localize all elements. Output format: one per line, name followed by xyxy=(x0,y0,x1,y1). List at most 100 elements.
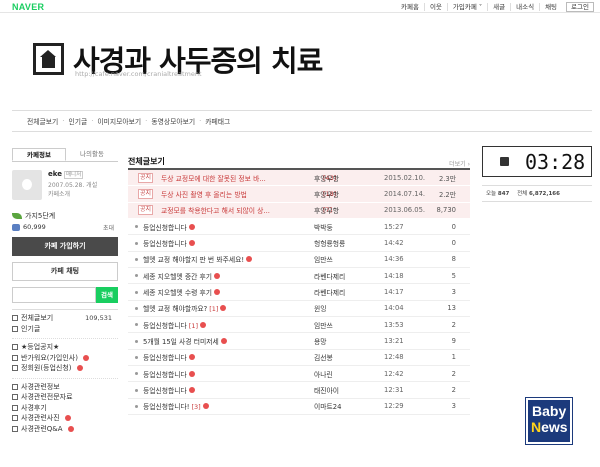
table-row[interactable]: 등업신청합니다! [3] 이마트24 12:29 3 xyxy=(128,399,470,416)
post-author[interactable]: 라벤다제리 xyxy=(314,271,345,281)
comment-count[interactable]: [1] xyxy=(189,322,198,330)
post-title[interactable]: 등업신청합니다 xyxy=(143,222,318,232)
manager-name[interactable]: eke 매니저 xyxy=(48,170,84,179)
board-item[interactable]: ★등업공지★ xyxy=(12,342,118,353)
post-title[interactable]: 등업신청합니다 xyxy=(143,238,318,248)
post-author[interactable]: 윈잉 xyxy=(314,303,327,313)
nav-neighbors[interactable]: 이웃 xyxy=(423,2,447,11)
post-time: 13:53 xyxy=(384,320,404,329)
menu-images[interactable]: 이미지모아보기 xyxy=(94,116,144,126)
notice-row[interactable]: 공지 교정모를 착용한다고 해서 되않이 상... [7] 후앙우항 2013.06.0… xyxy=(128,202,470,220)
table-row[interactable]: 등업신청합니다 김선봉 12:48 1 xyxy=(128,350,470,367)
post-author[interactable]: 후앙우항 xyxy=(314,173,339,183)
post-title[interactable]: 등업신청합니다 xyxy=(143,369,318,379)
table-row[interactable]: 등업신청합니다 태진아이 12:31 2 xyxy=(128,382,470,399)
join-cafe-button[interactable]: 카페 가입하기 xyxy=(12,237,118,256)
cafe-logo-house-icon[interactable] xyxy=(33,43,64,75)
member-count-text[interactable]: 60,999 xyxy=(23,223,46,231)
cafe-url[interactable]: http://cafe.naver.com/cranialtreatment xyxy=(75,70,202,78)
post-title[interactable]: 등업신청합니다 xyxy=(143,352,318,362)
more-link[interactable]: 더보기 › xyxy=(449,159,470,168)
table-row[interactable]: 헬멧 교정 해야할지 판 번 봐주세요! 임만쓰 14:36 8 xyxy=(128,252,470,269)
post-title[interactable]: 두상 사진 촬영 후 올리는 방법 xyxy=(161,189,323,199)
table-row[interactable]: 세종 지오헬멧 중간 후기 라벤다제리 14:18 5 xyxy=(128,268,470,285)
board-item[interactable]: 사경후기 xyxy=(12,403,118,414)
nav-joined-cafes[interactable]: 가입카페 ˅ xyxy=(446,2,487,11)
table-row[interactable]: 세종 지오헬멧 수령 후기 라벤다제리 14:17 3 xyxy=(128,284,470,301)
comment-count[interactable]: [3] xyxy=(192,403,201,411)
post-title[interactable]: 세종 지오헬멧 수령 후기 xyxy=(143,287,318,297)
post-title[interactable]: 세종 지오헬멧 중간 후기 xyxy=(143,271,318,281)
post-title[interactable]: 교정모를 착용한다고 해서 되않이 상... xyxy=(161,205,323,215)
new-badge-icon xyxy=(220,338,227,345)
notice-row[interactable]: 공지 두상 교정모에 대한 잘못된 정보 바... [43] 후앙우항 2015.02.… xyxy=(128,170,470,187)
board-item[interactable]: 사경관련정보 xyxy=(12,382,118,393)
board-all-posts[interactable]: 전체글보기 109,531 xyxy=(12,313,118,324)
board-popular[interactable]: 인기글 xyxy=(12,324,118,335)
table-row[interactable]: 등업신청합니다 박박둥 15:27 0 xyxy=(128,219,470,236)
notice-row[interactable]: 공지 두상 사진 촬영 후 올리는 방법 [18] 후앙우항 2014.07.14. 2.… xyxy=(128,186,470,203)
table-row[interactable]: 등업신청합니다 헝헝룡헝룡 14:42 0 xyxy=(128,235,470,252)
post-views: 3 xyxy=(451,402,456,411)
menu-videos[interactable]: 동영상모아보기 xyxy=(148,116,198,126)
board-item[interactable]: 정회원(등업신청) xyxy=(12,363,118,374)
table-row[interactable]: 등업신청합니다 아나린 12:42 2 xyxy=(128,366,470,383)
board-item[interactable]: 반가워요(가입인사) xyxy=(12,353,118,364)
table-row[interactable]: 5개월 15일 사경 터미저세 용망 13:21 9 xyxy=(128,333,470,350)
post-author[interactable]: 라벤다제리 xyxy=(314,287,345,297)
search-button[interactable]: 검색 xyxy=(96,287,118,303)
invite-link[interactable]: 초대 xyxy=(103,223,114,232)
post-author[interactable]: 박박둥 xyxy=(314,222,333,232)
board-label: 사경관련정보 xyxy=(21,382,60,391)
search-input[interactable] xyxy=(12,287,96,303)
avatar[interactable] xyxy=(12,170,42,200)
post-title-text: 세종 지오헬멧 수령 후기 xyxy=(143,289,213,298)
manager-role: 매니저 xyxy=(63,171,84,179)
post-author[interactable]: 후앙우항 xyxy=(314,189,339,199)
board-item[interactable]: 사경관련전문자료 xyxy=(12,392,118,403)
bullet-icon xyxy=(135,274,138,278)
post-title-text: 등업신청합니다 xyxy=(143,240,187,249)
board-label: ★등업공지★ xyxy=(21,343,60,352)
board-label: 사경관련Q&A xyxy=(21,424,63,433)
visitor-stats: 오늘 847 전체 6,872,166 xyxy=(482,185,592,202)
post-author[interactable]: 아나린 xyxy=(314,369,333,379)
post-author[interactable]: 태진아이 xyxy=(314,385,339,395)
table-row[interactable]: 헬멧 교정 해야할까요? [1] 윈잉 14:04 13 xyxy=(128,301,470,318)
post-author[interactable]: 임만쓰 xyxy=(314,320,333,330)
post-author[interactable]: 후앙우항 xyxy=(314,205,339,215)
manager-profile: eke 매니저 2007.05.28. 개설 카페소개 xyxy=(12,170,118,210)
tab-my-activity[interactable]: 나의활동 xyxy=(66,148,118,161)
post-title[interactable]: 등업신청합니다 xyxy=(143,385,318,395)
post-author[interactable]: 용망 xyxy=(314,336,327,346)
bullet-icon xyxy=(135,339,138,343)
nav-new-posts[interactable]: 새글 xyxy=(487,2,510,11)
post-title[interactable]: 5개월 15일 사경 터미저세 xyxy=(143,336,318,346)
cafe-intro-link[interactable]: 카페소개 xyxy=(48,189,70,198)
board-item[interactable]: 사경관련사진 xyxy=(12,413,118,424)
comment-count[interactable]: [1] xyxy=(209,305,218,313)
naver-logo[interactable]: NAVER xyxy=(12,2,44,12)
table-row[interactable]: 등업신청합니다 [1] 임만쓰 13:53 2 xyxy=(128,317,470,334)
post-author[interactable]: 헝헝룡헝룡 xyxy=(314,238,345,248)
menu-tags[interactable]: 카페태그 xyxy=(202,116,233,126)
post-title[interactable]: 등업신청합니다 [1] xyxy=(143,320,318,330)
post-title[interactable]: 헬멧 교정 해야할까요? [1] xyxy=(143,303,318,313)
menu-all-posts[interactable]: 전체글보기 xyxy=(24,116,61,126)
post-title[interactable]: 등업신청합니다! [3] xyxy=(143,401,318,411)
watermark-line2: News xyxy=(531,419,568,435)
nav-cafe-home[interactable]: 카페홈 xyxy=(396,3,424,11)
post-title[interactable]: 두상 교정모에 대한 잘못된 정보 바... xyxy=(161,173,323,183)
tab-cafe-info[interactable]: 카페정보 xyxy=(12,148,66,161)
post-title-text: 등업신청합니다 xyxy=(143,321,187,330)
post-author[interactable]: 임만쓰 xyxy=(314,254,333,264)
menu-popular[interactable]: 인기글 xyxy=(65,116,90,126)
post-author[interactable]: 이마트24 xyxy=(314,401,341,411)
post-title[interactable]: 헬멧 교정 해야할지 판 번 봐주세요! xyxy=(143,254,318,264)
nav-my-news[interactable]: 내소식 xyxy=(510,2,539,11)
post-author[interactable]: 김선봉 xyxy=(314,352,333,362)
nav-chat[interactable]: 채팅 xyxy=(539,2,562,11)
board-item[interactable]: 사경관련Q&A xyxy=(12,424,118,435)
login-button[interactable]: 로그인 xyxy=(566,1,594,12)
cafe-chat-button[interactable]: 카페 채팅 xyxy=(12,262,118,281)
